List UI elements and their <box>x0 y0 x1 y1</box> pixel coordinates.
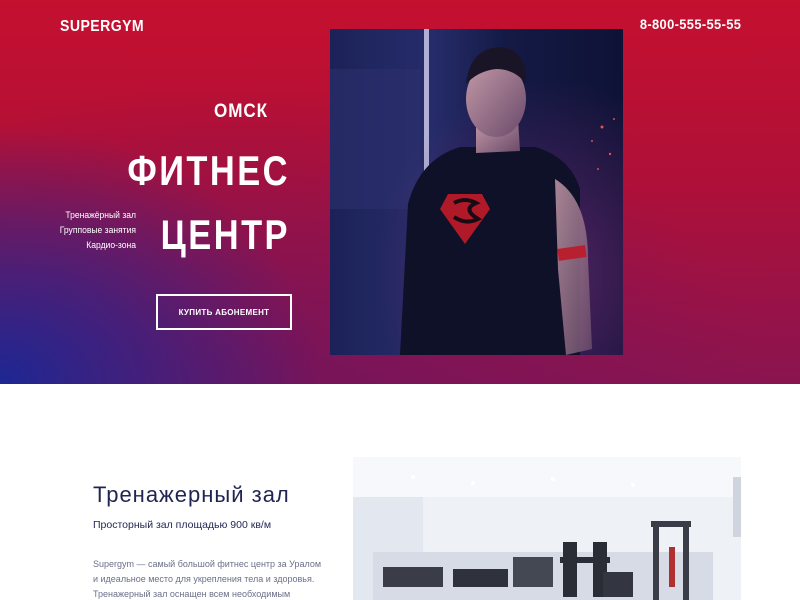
logo[interactable]: SUPERGYM <box>60 18 144 36</box>
description-line: Supergym — самый большой фитнес центр за… <box>93 559 322 569</box>
phone-number[interactable]: 8-800-555-55-55 <box>640 16 741 32</box>
features-list: Тренажёрный зал Групповые занятия Кардио… <box>0 208 136 253</box>
feature-item: Групповые занятия <box>59 225 136 235</box>
gym-illustration <box>353 457 741 600</box>
hero-title-line1: ФИТНЕС <box>127 147 291 194</box>
feature-item: Кардио-зона <box>86 240 136 250</box>
feature-item: Тренажёрный зал <box>65 210 136 220</box>
description-line: и идеальное место для укрепления тела и … <box>93 574 315 584</box>
section-subtitle: Просторный зал площадью 900 кв/м <box>93 519 272 531</box>
city-label: ОМСК <box>214 101 268 122</box>
hero-section: SUPERGYM 8-800-555-55-55 ОМСК ФИТНЕС ЦЕН… <box>0 0 800 384</box>
gym-photo <box>353 457 741 600</box>
description-line: Тренажерный зал оснащен всем необходимым <box>93 589 291 599</box>
section-description: Supergym — самый большой фитнес центр за… <box>93 557 343 600</box>
section-title: Тренажерный зал <box>93 482 290 507</box>
buy-membership-button[interactable]: КУПИТЬ АБОНЕМЕНТ <box>156 294 292 330</box>
hero-photo <box>330 29 623 355</box>
trainer-illustration <box>330 29 623 355</box>
